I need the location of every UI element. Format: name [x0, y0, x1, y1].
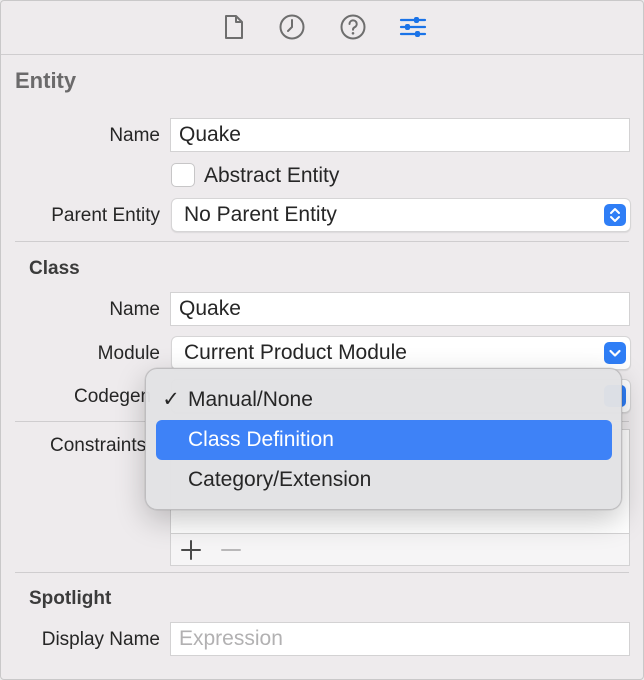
menu-item-class-definition[interactable]: Class Definition [156, 420, 612, 460]
constraints-label: Constraints [50, 435, 147, 456]
entity-section-title: Entity [15, 68, 77, 93]
module-popup[interactable]: Current Product Module [171, 336, 631, 370]
plus-icon[interactable] [177, 538, 205, 562]
menu-item-category-extension[interactable]: Category/Extension [156, 460, 612, 500]
sliders-icon[interactable] [398, 12, 428, 42]
abstract-entity-checkbox[interactable] [171, 163, 195, 187]
inspector-toolbar [1, 1, 643, 55]
class-name-field[interactable]: Quake [170, 292, 630, 326]
up-down-chevron-icon [604, 204, 626, 226]
inspector-panel: Entity Name Quake Abstract Entity Parent… [0, 0, 644, 680]
spotlight-section-title: Spotlight [29, 588, 112, 609]
parent-entity-label: Parent Entity [51, 205, 160, 226]
class-section-title: Class [29, 258, 80, 279]
menu-item-manual-none[interactable]: ✓ Manual/None [156, 380, 612, 420]
parent-entity-popup[interactable]: No Parent Entity [171, 198, 631, 232]
constraints-list-footer [170, 534, 630, 566]
file-icon[interactable] [218, 12, 248, 42]
minus-icon[interactable] [217, 538, 245, 562]
help-question-icon[interactable] [338, 12, 368, 42]
chevron-down-icon [604, 342, 626, 364]
entity-name-label: Name [109, 125, 160, 146]
checkmark-icon: ✓ [162, 388, 180, 411]
module-value: Current Product Module [184, 341, 407, 364]
entity-name-field[interactable]: Quake [170, 118, 630, 152]
class-name-label: Name [109, 299, 160, 320]
display-name-field[interactable]: Expression [170, 622, 630, 656]
codegen-dropdown-menu: ✓ Manual/None Class Definition Category/… [145, 368, 622, 510]
parent-entity-value: No Parent Entity [184, 203, 337, 226]
display-name-label: Display Name [41, 629, 160, 650]
history-clock-icon[interactable] [277, 12, 307, 42]
divider [15, 572, 629, 573]
divider [15, 241, 629, 242]
abstract-entity-label: Abstract Entity [204, 164, 340, 187]
menu-item-label: Class Definition [188, 428, 334, 451]
module-label: Module [97, 343, 160, 364]
menu-item-label: Category/Extension [188, 468, 372, 491]
codegen-label: Codegen [74, 386, 152, 407]
menu-item-label: Manual/None [188, 388, 313, 411]
